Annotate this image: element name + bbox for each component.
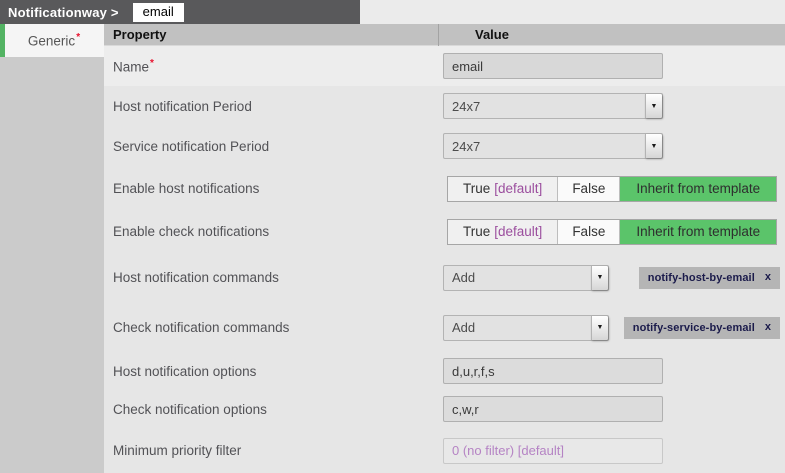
check-notification-commands-select[interactable]: Add ▼ [443,315,609,341]
remove-tag-button[interactable]: x [765,272,771,283]
required-asterisk: * [76,32,80,43]
row-label: Minimum priority filter [104,443,443,458]
command-tag-label: notify-host-by-email [648,272,755,284]
breadcrumb-bar: Notificationway > email [0,0,360,24]
table-row-host-notification-commands: Host notification commands Add ▼ notify-… [104,252,785,303]
table-row-service-notification-period: Service notification Period 24x7 ▼ [104,126,785,166]
row-label: Host notification Period [104,99,443,114]
column-header-value: Value [439,27,509,42]
dropdown-arrow-icon[interactable]: ▼ [591,266,608,290]
row-label: Host notification commands [104,270,443,285]
row-label: Host notification options [104,364,443,379]
dropdown-arrow-icon[interactable]: ▼ [591,316,608,340]
command-tag-notify-host-by-email: notify-host-by-email x [639,267,780,289]
false-button[interactable]: False [558,177,620,201]
command-tag-label: notify-service-by-email [633,322,755,334]
row-label: Check notification options [104,402,443,417]
tab-generic[interactable]: Generic* [0,24,104,57]
host-notification-commands-select[interactable]: Add ▼ [443,265,609,291]
enable-host-notifications-toggle: True[default] False Inherit from templat… [447,176,777,202]
true-default-button[interactable]: True[default] [448,220,558,244]
table-row-check-notification-options: Check notification options [104,390,785,428]
true-default-button[interactable]: True[default] [448,177,558,201]
remove-tag-button[interactable]: x [765,322,771,333]
object-name-box[interactable]: email [133,3,184,22]
false-button[interactable]: False [558,220,620,244]
dropdown-arrow-icon[interactable]: ▼ [645,134,662,158]
selected-value: 24x7 [444,134,645,158]
service-notification-period-select[interactable]: 24x7 ▼ [443,133,663,159]
row-label: Enable check notifications [104,224,443,239]
row-label: Name* [104,58,443,75]
active-tab-indicator [0,24,5,57]
name-input[interactable] [443,53,663,79]
inherit-from-template-button[interactable]: Inherit from template [620,220,776,244]
host-notification-options-input[interactable] [443,358,663,384]
table-row-enable-host-notifications: Enable host notifications True[default] … [104,166,785,211]
column-header-property: Property [104,27,438,42]
table-row-host-notification-options: Host notification options [104,352,785,390]
table-row-check-notification-commands: Check notification commands Add ▼ notify… [104,303,785,352]
sidebar: Generic* [0,24,104,473]
row-label: Check notification commands [104,320,443,335]
table-row-enable-check-notifications: Enable check notifications True[default]… [104,211,785,252]
required-asterisk: * [150,58,154,69]
tab-generic-label: Generic* [0,32,104,49]
command-tag-notify-service-by-email: notify-service-by-email x [624,317,780,339]
selected-value: Add [444,266,591,290]
host-notification-period-select[interactable]: 24x7 ▼ [443,93,663,119]
check-notification-options-input[interactable] [443,396,663,422]
table-row-host-notification-period: Host notification Period 24x7 ▼ [104,86,785,126]
table-row-minimum-priority-filter: Minimum priority filter [104,428,785,473]
enable-check-notifications-toggle: True[default] False Inherit from templat… [447,219,777,245]
inherit-from-template-button[interactable]: Inherit from template [620,177,776,201]
notificationway-config-screen: Notificationway > email Generic* Propert… [0,0,785,473]
selected-value: 24x7 [444,94,645,118]
table-row-name: Name* [104,46,785,86]
row-label: Service notification Period [104,139,443,154]
property-table: Property Value Name* Host notification P… [104,24,785,473]
minimum-priority-filter-input[interactable] [443,438,663,464]
row-label: Enable host notifications [104,181,443,196]
breadcrumb: Notificationway > [8,5,119,20]
dropdown-arrow-icon[interactable]: ▼ [645,94,662,118]
selected-value: Add [444,316,591,340]
table-header: Property Value [104,24,785,46]
topbar-spacer [360,0,785,24]
